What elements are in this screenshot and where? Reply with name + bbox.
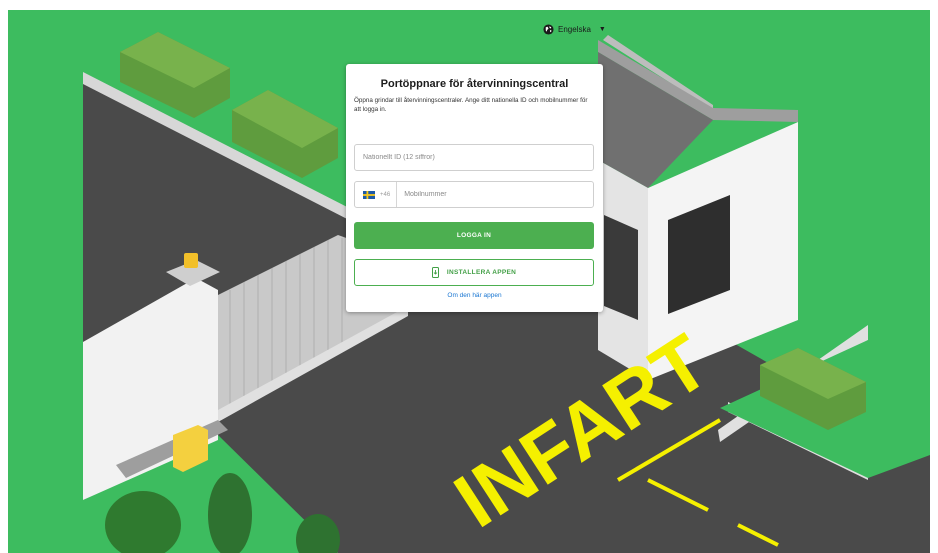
login-title: Portöppnare för återvinningscentral — [380, 78, 569, 90]
language-selector[interactable]: Engelska ▼ — [543, 24, 606, 35]
language-label: Engelska — [558, 25, 591, 34]
globe-icon — [543, 24, 554, 35]
country-code: +46 — [380, 191, 391, 198]
login-description: Öppna grindar till återvinningscentraler… — [354, 97, 588, 113]
app-frame: INFART Engelska ▼ Portöppnare för återvi… — [8, 10, 930, 553]
login-card: Portöppnare för återvinningscentral Öppn… — [346, 64, 603, 312]
chevron-down-icon: ▼ — [598, 26, 606, 33]
login-button[interactable]: LOGGA IN — [354, 222, 594, 249]
phone-field: +46 — [354, 181, 594, 208]
gatehouse-side-window — [604, 215, 638, 320]
install-app-label: INSTALLERA APPEN — [446, 269, 517, 276]
sweden-flag-icon — [363, 190, 375, 199]
national-id-field — [354, 144, 594, 171]
about-app-link[interactable]: Om den här appen — [346, 292, 603, 299]
national-id-input[interactable] — [355, 145, 593, 170]
country-code-selector[interactable]: +46 — [355, 182, 398, 207]
warning-lamp — [184, 253, 198, 268]
install-app-button[interactable]: INSTALLERA APPEN — [354, 259, 594, 286]
phone-input[interactable] — [397, 182, 593, 207]
phone-download-icon — [431, 267, 439, 278]
